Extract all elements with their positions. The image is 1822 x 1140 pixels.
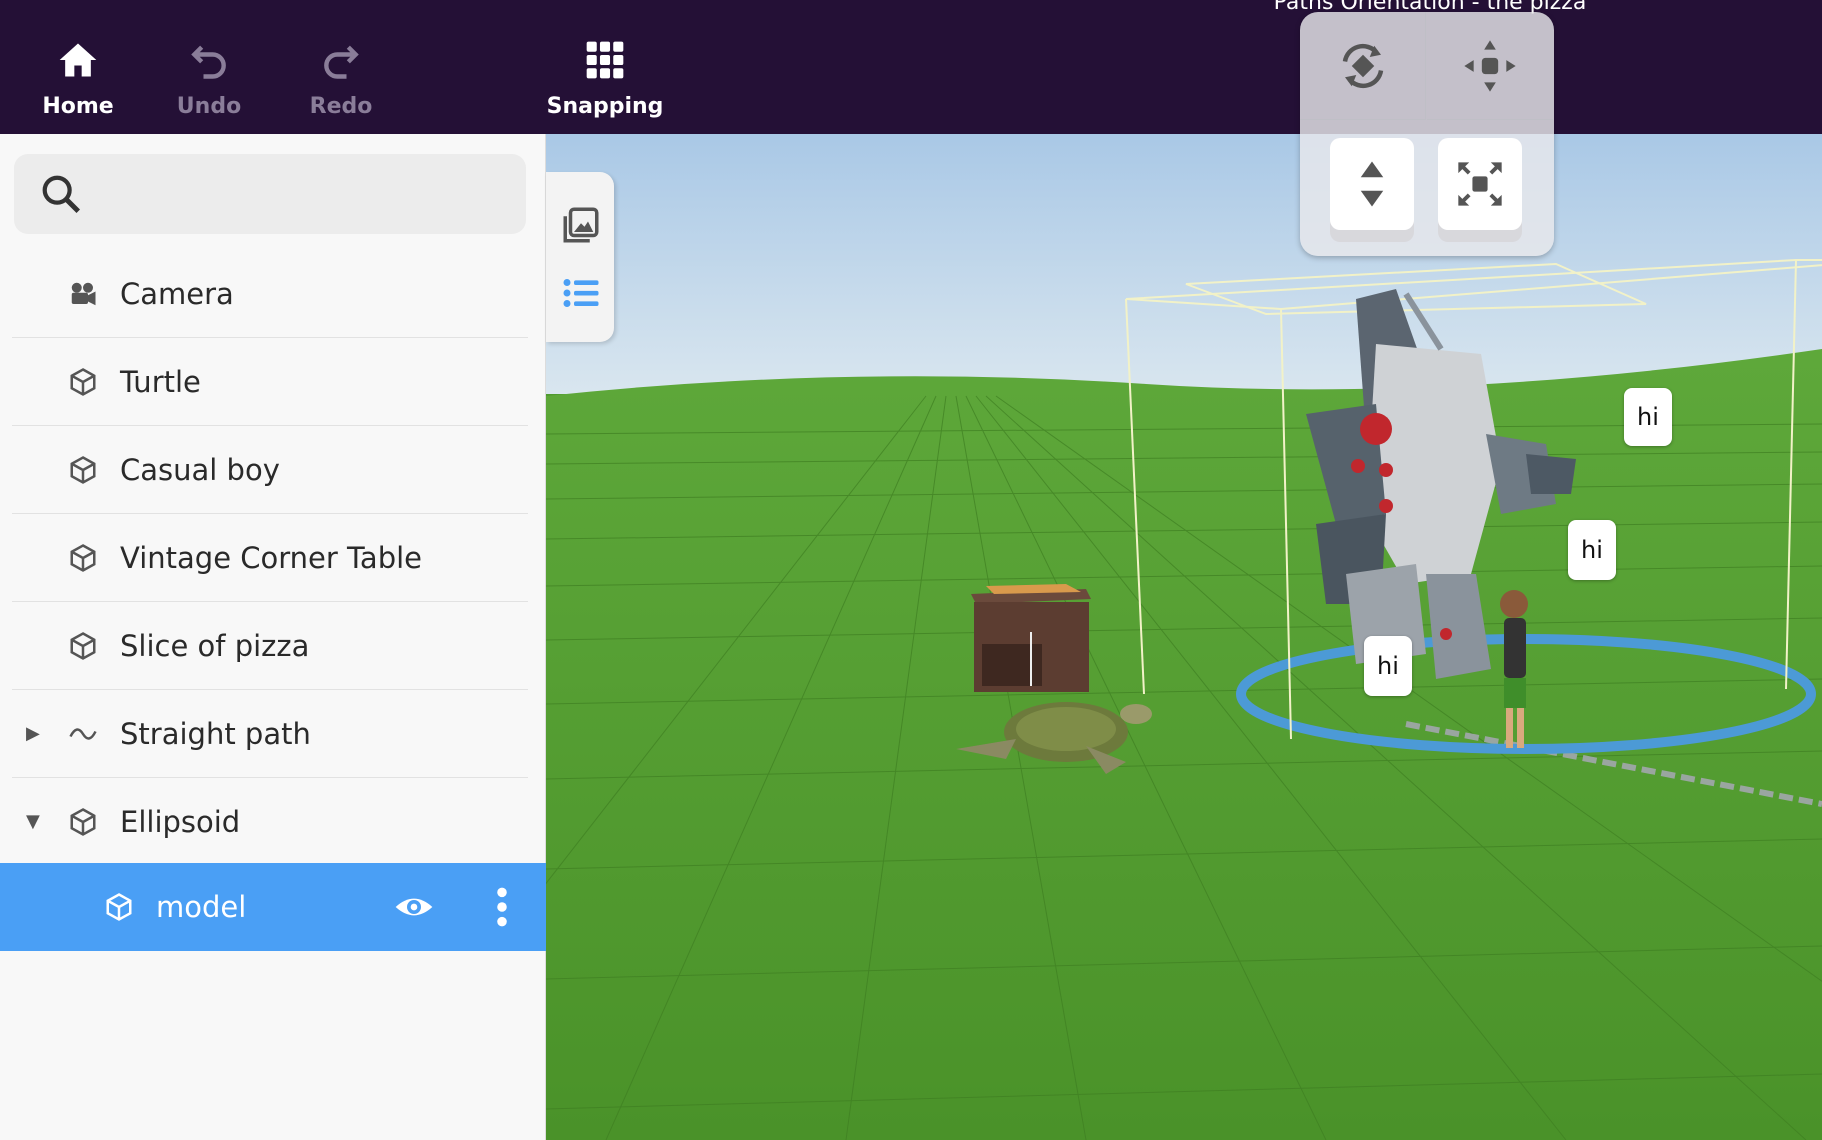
expand-caret-icon[interactable]: ▶ [26, 723, 46, 744]
home-icon [59, 43, 97, 77]
tree-item-slice-of-pizza[interactable]: Slice of pizza [12, 602, 528, 690]
rotate-icon [1342, 43, 1383, 88]
tree-item-label: Casual boy [120, 452, 280, 487]
scene-tree-sidebar: Camera Turtle Casual boy Vintage Corner … [0, 134, 546, 1140]
resize-tool-button[interactable] [1438, 138, 1522, 242]
home-label: Home [42, 94, 114, 119]
undo-button[interactable]: Undo [154, 38, 264, 128]
move-tool-button[interactable] [1427, 12, 1553, 120]
tree-item-label: Camera [120, 276, 234, 311]
gallery-icon[interactable] [560, 204, 602, 246]
visibility-eye-icon[interactable] [394, 887, 434, 927]
scene-viewport[interactable]: hi hi hi [546, 134, 1822, 1140]
search-bar[interactable] [14, 154, 526, 234]
speech-bubble: hi [1568, 520, 1616, 580]
up-down-icon [1360, 161, 1384, 207]
cube-icon [70, 631, 96, 660]
more-options-icon[interactable] [488, 885, 516, 929]
redo-button[interactable]: Redo [286, 38, 396, 128]
search-icon [42, 175, 81, 214]
tree-item-ellipsoid[interactable]: ▼ Ellipsoid [12, 778, 528, 866]
scene-canvas[interactable] [546, 134, 1822, 1140]
tree-item-casual-boy[interactable]: Casual boy [12, 426, 528, 514]
redo-icon [324, 45, 359, 79]
rotate-tool-button[interactable] [1300, 12, 1426, 120]
undo-icon [191, 45, 226, 79]
tree-item-label: Vintage Corner Table [120, 540, 423, 575]
tree-item-label: Ellipsoid [120, 804, 241, 839]
cube-icon [70, 807, 96, 836]
tree-item-label: Straight path [120, 716, 311, 751]
undo-label: Undo [176, 94, 242, 119]
sky [546, 134, 1822, 394]
snapping-button[interactable]: Snapping [547, 38, 663, 128]
camera-icon [71, 282, 96, 305]
collapse-caret-icon[interactable]: ▼ [26, 811, 46, 832]
sidebar-tabs [546, 172, 614, 342]
cube-icon [106, 893, 132, 921]
cube-icon [70, 367, 96, 396]
tree-item-vintage-corner-table[interactable]: Vintage Corner Table [12, 514, 528, 602]
tree-item-camera[interactable]: Camera [12, 250, 528, 338]
tree-item-straight-path[interactable]: ▶ Straight path [12, 690, 528, 778]
grid-icon [586, 41, 624, 79]
resize-icon [1458, 162, 1502, 206]
move-icon [1464, 39, 1516, 92]
tree-item-turtle[interactable]: Turtle [12, 338, 528, 426]
tree-item-label: model [156, 890, 247, 924]
speech-bubble: hi [1624, 388, 1672, 446]
transform-tools-panel [1300, 12, 1554, 256]
tree-item-label: Slice of pizza [120, 628, 310, 663]
up-down-tool-button[interactable] [1330, 138, 1414, 242]
speech-bubble: hi [1364, 636, 1412, 696]
snapping-label: Snapping [546, 94, 664, 119]
redo-label: Redo [309, 94, 373, 119]
search-input[interactable] [98, 178, 478, 210]
tree-item-model[interactable]: model [0, 863, 546, 951]
list-icon[interactable] [560, 272, 602, 314]
path-icon [69, 727, 97, 740]
cube-icon [70, 455, 96, 484]
cube-icon [70, 543, 96, 572]
home-button[interactable]: Home [23, 38, 133, 128]
tree-item-label: Turtle [120, 364, 201, 399]
